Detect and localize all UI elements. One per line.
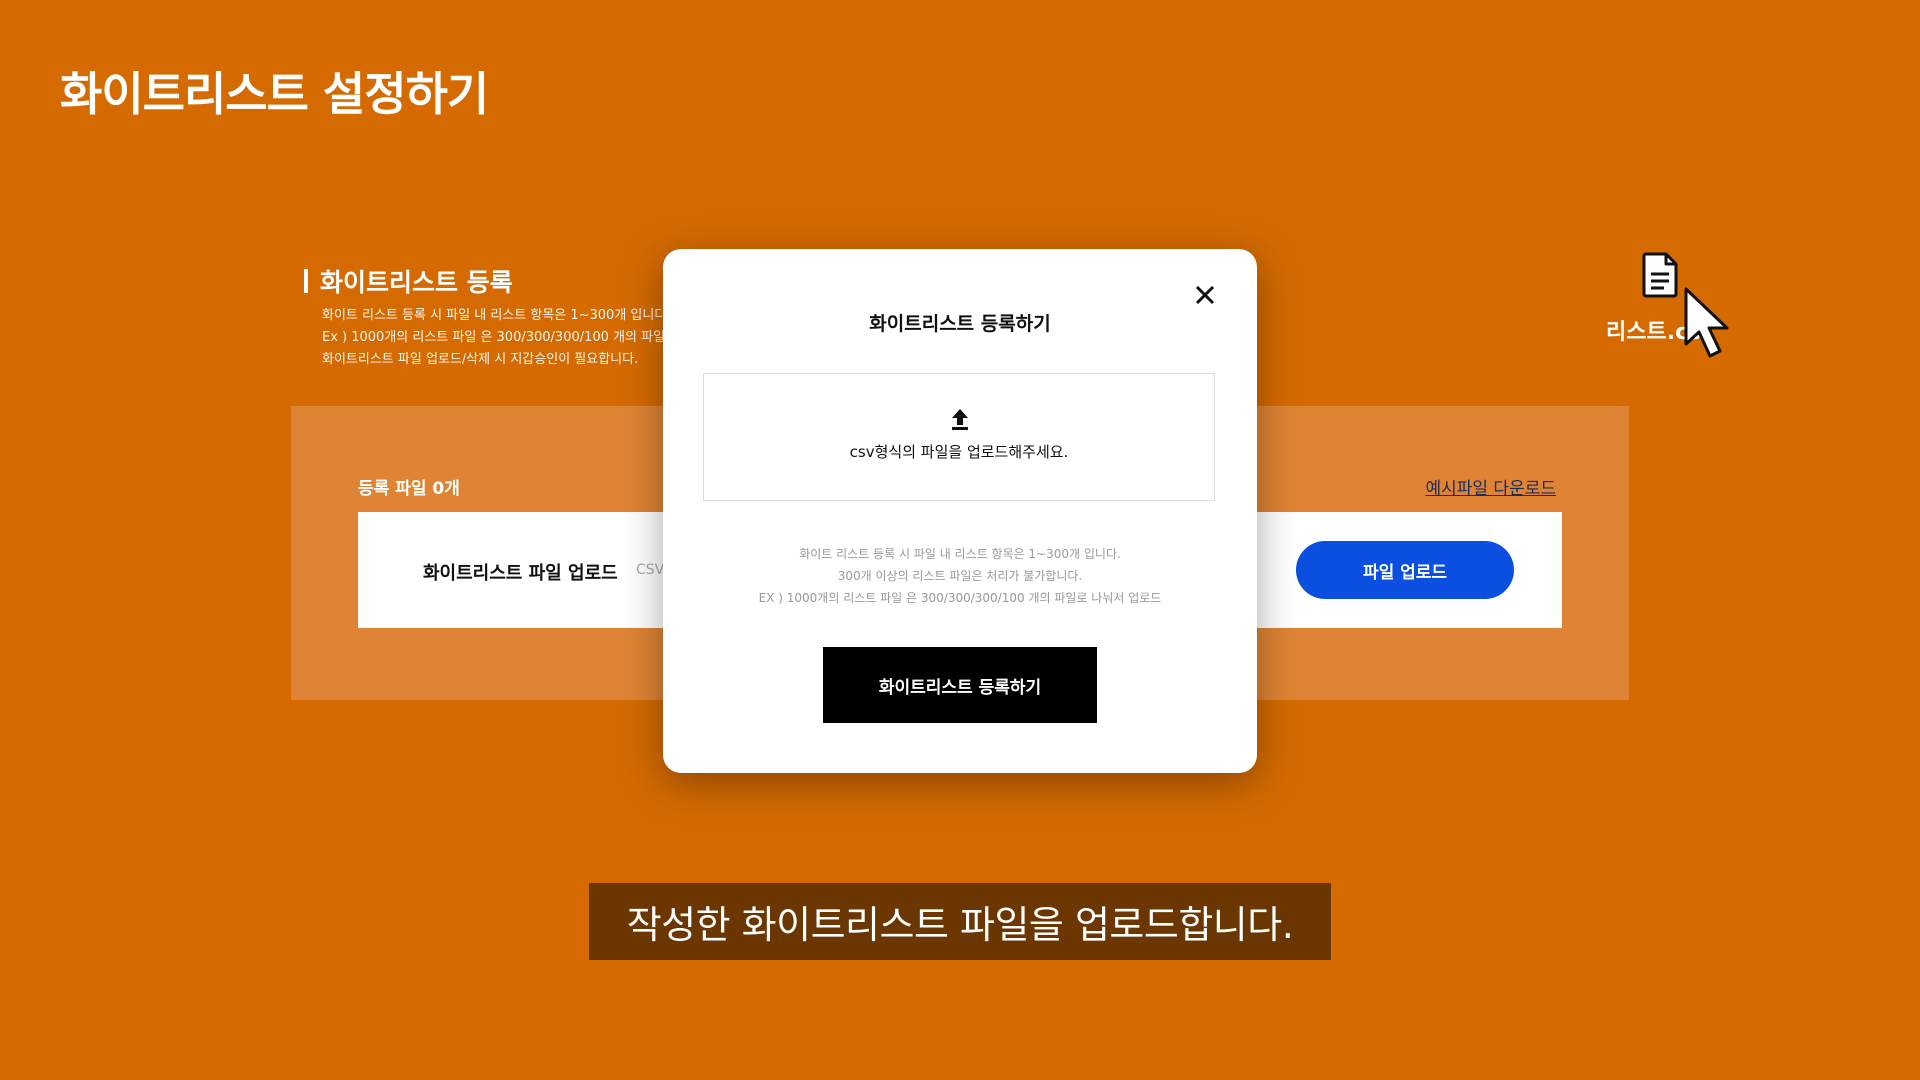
- mouse-pointer-icon: [1684, 287, 1729, 358]
- dropzone-text: csv형식의 파일을 업로드해주세요.: [849, 443, 1069, 461]
- upload-row-hint: CSV: [636, 562, 665, 578]
- section-desc-line: 화이트리스트 파일 업로드/삭제 시 지갑승인이 필요합니다.: [322, 352, 639, 367]
- modal-notice: 화이트 리스트 등록 시 파일 내 리스트 항목은 1~300개 입니다. 30…: [663, 543, 1257, 609]
- section-title: 화이트리스트 등록: [320, 268, 513, 297]
- section-desc-line: 화이트 리스트 등록 시 파일 내 리스트 항목은 1~300개 입니다: [322, 308, 667, 323]
- file-upload-button[interactable]: 파일 업로드: [1296, 541, 1514, 599]
- modal-title: 화이트리스트 등록하기: [869, 313, 1051, 335]
- section-desc-line: Ex ) 1000개의 리스트 파일 은 300/300/300/100 개의 …: [322, 330, 667, 345]
- modal-notice-line: EX ) 1000개의 리스트 파일 은 300/300/300/100 개의 …: [758, 591, 1162, 605]
- modal-notice-line: 화이트 리스트 등록 시 파일 내 리스트 항목은 1~300개 입니다.: [799, 547, 1121, 561]
- file-dropzone[interactable]: csv형식의 파일을 업로드해주세요.: [703, 373, 1215, 501]
- sample-file-download-link[interactable]: 예시파일 다운로드: [1425, 474, 1556, 499]
- video-subtitle: 작성한 화이트리스트 파일을 업로드합니다.: [589, 883, 1331, 960]
- upload-row-label: 화이트리스트 파일 업로드: [423, 563, 618, 584]
- section-accent-bar: [304, 269, 308, 293]
- page-title: 화이트리스트 설정하기: [60, 67, 489, 121]
- register-modal: 화이트리스트 등록하기 csv형식의 파일을 업로드해주세요. 화이트 리스트 …: [663, 249, 1257, 773]
- registered-file-count: 등록 파일 0개: [358, 479, 460, 499]
- upload-arrow-icon: [952, 409, 968, 430]
- document-icon: [1642, 252, 1678, 298]
- register-submit-button[interactable]: 화이트리스트 등록하기: [823, 647, 1097, 723]
- modal-notice-line: 300개 이상의 리스트 파일은 처리가 불가합니다.: [837, 569, 1083, 583]
- section-header: 화이트리스트 등록: [304, 263, 513, 299]
- close-icon[interactable]: [1193, 283, 1217, 307]
- section-description: 화이트 리스트 등록 시 파일 내 리스트 항목은 1~300개 입니다 Ex …: [322, 305, 667, 371]
